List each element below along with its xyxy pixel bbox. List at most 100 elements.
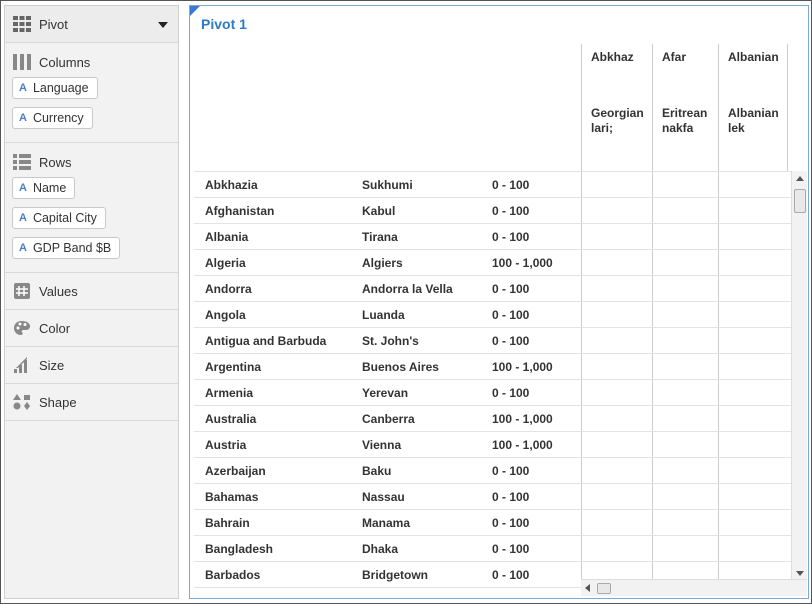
scroll-thumb[interactable] [794,189,806,213]
data-cell[interactable] [718,172,791,198]
scroll-down-icon[interactable] [796,571,804,576]
data-cell[interactable] [581,458,652,484]
row-capital-cell[interactable]: Buenos Aires [362,360,439,374]
row-gdp-band-cell[interactable]: 100 - 1,000 [492,256,553,270]
row-name-cell[interactable]: Algeria [205,256,246,270]
data-cell[interactable] [718,198,791,224]
row-capital-cell[interactable]: Yerevan [362,386,408,400]
row-capital-cell[interactable]: Bridgetown [362,568,428,582]
row-name-cell[interactable]: Armenia [205,386,253,400]
data-cell[interactable] [581,224,652,250]
row-gdp-band-cell[interactable]: 100 - 1,000 [492,412,553,426]
row-capital-cell[interactable]: St. John's [362,334,419,348]
data-cell[interactable] [652,328,718,354]
data-cell[interactable] [581,432,652,458]
row-name-cell[interactable]: Austria [205,438,246,452]
row-gdp-band-cell[interactable]: 0 - 100 [492,230,529,244]
row-gdp-band-cell[interactable]: 0 - 100 [492,542,529,556]
data-cell[interactable] [581,328,652,354]
shape-section[interactable]: Shape [5,384,178,421]
row-name-cell[interactable]: Australia [205,412,256,426]
data-cell[interactable] [581,510,652,536]
row-name-cell[interactable]: Andorra [205,282,252,296]
scroll-thumb[interactable] [597,583,611,594]
data-cell[interactable] [718,536,791,562]
data-cell[interactable] [581,250,652,276]
row-gdp-band-cell[interactable]: 100 - 1,000 [492,360,553,374]
data-cell[interactable] [718,432,791,458]
row-name-cell[interactable]: Belarus [205,594,249,595]
row-capital-cell[interactable]: Manama [362,516,410,530]
data-cell[interactable] [652,458,718,484]
row-gdp-band-cell[interactable]: 100 - 1,000 [492,438,553,452]
visualization-type-selector[interactable]: Pivot [5,6,178,43]
row-capital-cell[interactable]: Luanda [362,308,405,322]
row-capital-cell[interactable]: Andorra la Vella [362,282,453,296]
view-title[interactable]: Pivot 1 [201,16,247,32]
row-name-cell[interactable]: Barbados [205,568,260,582]
column-header[interactable]: Afar Eritrean nakfa [653,44,719,171]
row-name-cell[interactable]: Argentina [205,360,261,374]
row-item-capital-city[interactable]: A Capital City [12,207,106,229]
data-cell[interactable] [652,276,718,302]
column-item-language[interactable]: A Language [12,77,98,99]
data-cell[interactable] [581,354,652,380]
data-cell[interactable] [718,510,791,536]
row-capital-cell[interactable]: Minsk [362,594,396,595]
values-section[interactable]: Values [5,273,178,310]
row-name-cell[interactable]: Antigua and Barbuda [205,334,326,348]
row-name-cell[interactable]: Angola [205,308,246,322]
data-cell[interactable] [581,380,652,406]
row-capital-cell[interactable]: Nassau [362,490,405,504]
row-name-cell[interactable]: Azerbaijan [205,464,266,478]
data-cell[interactable] [718,458,791,484]
data-cell[interactable] [652,302,718,328]
data-cell[interactable] [718,328,791,354]
data-cell[interactable] [718,302,791,328]
row-gdp-band-cell[interactable]: 0 - 100 [492,308,529,322]
data-cell[interactable] [652,172,718,198]
chevron-down-icon[interactable] [158,22,168,28]
data-cell[interactable] [718,406,791,432]
data-cell[interactable] [581,536,652,562]
column-header[interactable]: Albanian Albanian lek [719,44,788,171]
data-cell[interactable] [581,172,652,198]
column-header[interactable]: Abkhaz Georgian lari; [582,44,653,171]
row-name-cell[interactable]: Bahamas [205,490,258,504]
row-name-cell[interactable]: Bahrain [205,516,250,530]
row-item-name[interactable]: A Name [12,177,76,199]
data-cell[interactable] [718,224,791,250]
row-gdp-band-cell[interactable]: 0 - 100 [492,568,529,582]
data-cell[interactable] [652,484,718,510]
row-gdp-band-cell[interactable]: 0 - 100 [492,516,529,530]
row-gdp-band-cell[interactable]: 0 - 100 [492,282,529,296]
row-gdp-band-cell[interactable]: 0 - 100 [492,386,529,400]
vertical-scrollbar[interactable] [791,171,807,581]
data-cell[interactable] [652,250,718,276]
row-name-cell[interactable]: Bangladesh [205,542,273,556]
data-cell[interactable] [652,224,718,250]
row-capital-cell[interactable]: Tirana [362,230,398,244]
data-cell[interactable] [718,380,791,406]
data-cell[interactable] [718,250,791,276]
row-gdp-band-cell[interactable]: 0 - 100 [492,594,529,595]
row-gdp-band-cell[interactable]: 0 - 100 [492,464,529,478]
row-name-cell[interactable]: Albania [205,230,248,244]
size-section[interactable]: Size [5,347,178,384]
row-gdp-band-cell[interactable]: 0 - 100 [492,178,529,192]
data-cell[interactable] [581,302,652,328]
data-cell[interactable] [652,380,718,406]
data-cell[interactable] [652,510,718,536]
row-gdp-band-cell[interactable]: 0 - 100 [492,204,529,218]
color-section[interactable]: Color [5,310,178,347]
row-name-cell[interactable]: Afghanistan [205,204,274,218]
row-gdp-band-cell[interactable]: 0 - 100 [492,334,529,348]
data-cell[interactable] [718,354,791,380]
scroll-up-icon[interactable] [796,176,804,181]
row-gdp-band-cell[interactable]: 0 - 100 [492,490,529,504]
horizontal-scrollbar[interactable] [581,579,807,596]
data-cell[interactable] [652,432,718,458]
row-item-gdp-band[interactable]: A GDP Band $B [12,237,121,259]
row-capital-cell[interactable]: Dhaka [362,542,398,556]
data-cell[interactable] [581,276,652,302]
